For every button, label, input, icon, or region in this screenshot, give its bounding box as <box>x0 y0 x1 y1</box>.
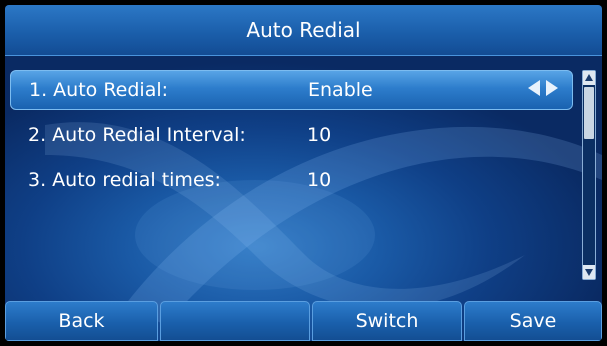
scroll-down-icon[interactable] <box>583 265 595 279</box>
setting-value: 10 <box>307 124 332 146</box>
scrollbar[interactable] <box>582 70 596 280</box>
setting-value: Enable <box>308 79 373 101</box>
title-bar: Auto Redial <box>5 5 602 56</box>
page-title: Auto Redial <box>246 18 361 42</box>
setting-label: 2. Auto Redial Interval: <box>28 124 246 146</box>
setting-row-auto-redial-interval[interactable]: 2. Auto Redial Interval: 10 <box>10 115 573 155</box>
softkey-save[interactable]: Save <box>464 301 602 341</box>
softkey-bar: Back Switch Save <box>5 301 602 341</box>
phone-screen: Auto Redial 1. Auto Redial: Enable 2. Au… <box>5 5 602 341</box>
right-arrow-icon[interactable] <box>546 80 558 96</box>
softkey-back[interactable]: Back <box>5 301 158 341</box>
scroll-up-icon[interactable] <box>583 71 595 85</box>
left-arrow-icon[interactable] <box>528 80 540 96</box>
setting-label: 3. Auto redial times: <box>28 169 221 191</box>
setting-value: 10 <box>307 169 332 191</box>
setting-row-auto-redial[interactable]: 1. Auto Redial: Enable <box>10 70 573 110</box>
softkey-switch[interactable]: Switch <box>312 301 462 341</box>
setting-label: 1. Auto Redial: <box>29 79 169 101</box>
value-switch-arrows[interactable] <box>528 80 558 96</box>
setting-row-auto-redial-times[interactable]: 3. Auto redial times: 10 <box>10 160 573 200</box>
softkey-empty[interactable] <box>160 301 310 341</box>
scrollbar-thumb[interactable] <box>584 87 594 139</box>
